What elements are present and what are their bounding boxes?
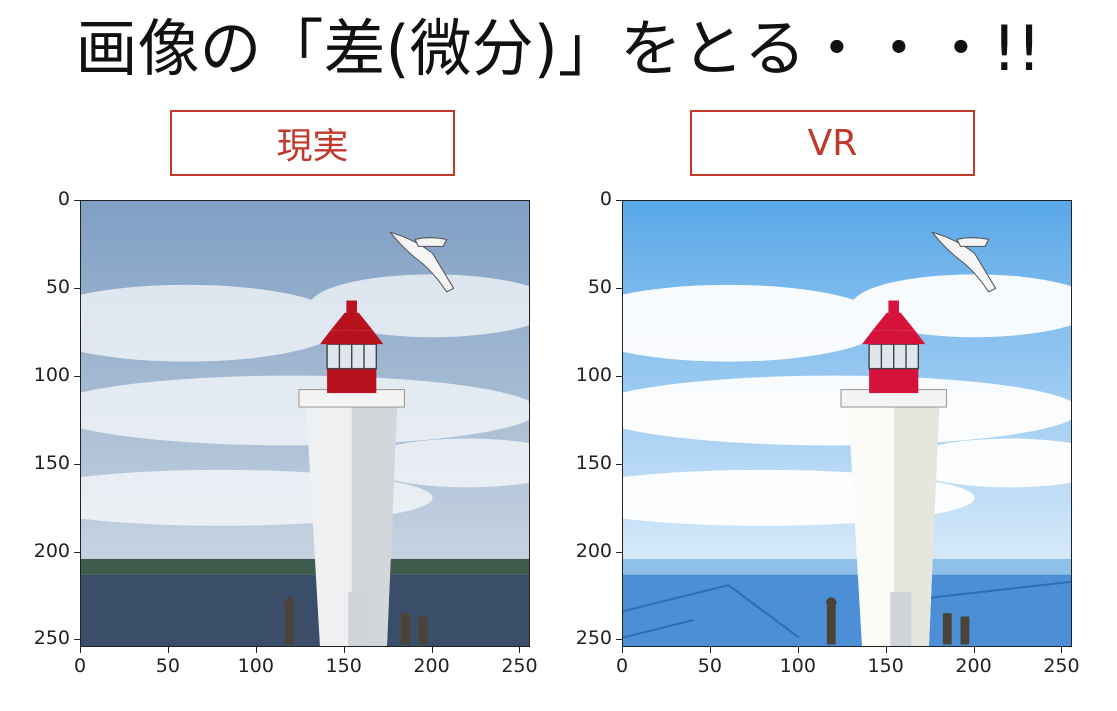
- y-tick-mark: [616, 200, 622, 201]
- x-tick-mark: [973, 647, 975, 653]
- y-tick-label: 250: [575, 627, 612, 650]
- x-tick-label: 0: [615, 655, 629, 677]
- y-tick-label: 100: [33, 363, 70, 386]
- far-shore: [623, 558, 1071, 575]
- x-tick-mark: [431, 647, 433, 653]
- x-tick-mark: [167, 647, 169, 653]
- sea: [623, 574, 1071, 646]
- x-tick-label: 150: [867, 655, 904, 677]
- y-tick-label: 250: [33, 627, 70, 650]
- x-tick-mark: [709, 647, 711, 653]
- label-reality: 現実: [170, 110, 455, 176]
- y-tick-label: 200: [33, 539, 70, 562]
- x-tick-mark: [255, 647, 257, 653]
- y-tick-label: 0: [57, 188, 70, 210]
- y-tick-label: 150: [575, 451, 612, 474]
- y-tick-mark: [616, 639, 622, 641]
- x-tick-mark: [1061, 647, 1063, 653]
- y-tick-label: 50: [587, 275, 612, 298]
- x-tick-label: 100: [779, 655, 816, 677]
- x-tick-label: 0: [73, 655, 87, 677]
- y-tick-label: 50: [45, 275, 70, 298]
- x-tick-label: 150: [325, 655, 362, 677]
- y-tick-mark: [616, 551, 622, 553]
- x-tick-label: 250: [501, 655, 538, 677]
- y-tick-mark: [74, 551, 80, 553]
- y-tick-mark: [74, 200, 80, 201]
- y-tick-label: 100: [575, 363, 612, 386]
- x-tick-mark: [80, 647, 81, 653]
- page-title: 画像の「差(微分)」をとる・・・!!: [75, 12, 1042, 85]
- far-shore: [81, 558, 529, 575]
- y-tick-mark: [616, 375, 622, 377]
- y-tick-label: 150: [33, 451, 70, 474]
- x-tick-label: 200: [955, 655, 992, 677]
- label-vr: VR: [690, 110, 975, 176]
- x-tick-mark: [519, 647, 521, 653]
- x-tick-label: 100: [237, 655, 274, 677]
- y-tick-mark: [616, 463, 622, 465]
- y-tick-mark: [74, 375, 80, 377]
- x-tick-mark: [885, 647, 887, 653]
- y-tick-label: 200: [575, 539, 612, 562]
- scene-image: [623, 201, 1071, 646]
- x-tick-mark: [622, 647, 623, 653]
- x-tick-mark: [343, 647, 345, 653]
- y-tick-mark: [74, 639, 80, 641]
- scene-image: [81, 201, 529, 646]
- x-tick-label: 50: [697, 655, 722, 677]
- image-frame: [622, 200, 1072, 647]
- y-tick-mark: [74, 463, 80, 465]
- image-frame: [80, 200, 530, 647]
- y-tick-label: 0: [599, 188, 612, 210]
- x-tick-mark: [797, 647, 799, 653]
- x-tick-label: 200: [413, 655, 450, 677]
- x-tick-label: 250: [1043, 655, 1080, 677]
- y-tick-mark: [616, 287, 622, 289]
- y-tick-mark: [74, 287, 80, 289]
- sea: [81, 574, 529, 646]
- x-tick-label: 50: [155, 655, 180, 677]
